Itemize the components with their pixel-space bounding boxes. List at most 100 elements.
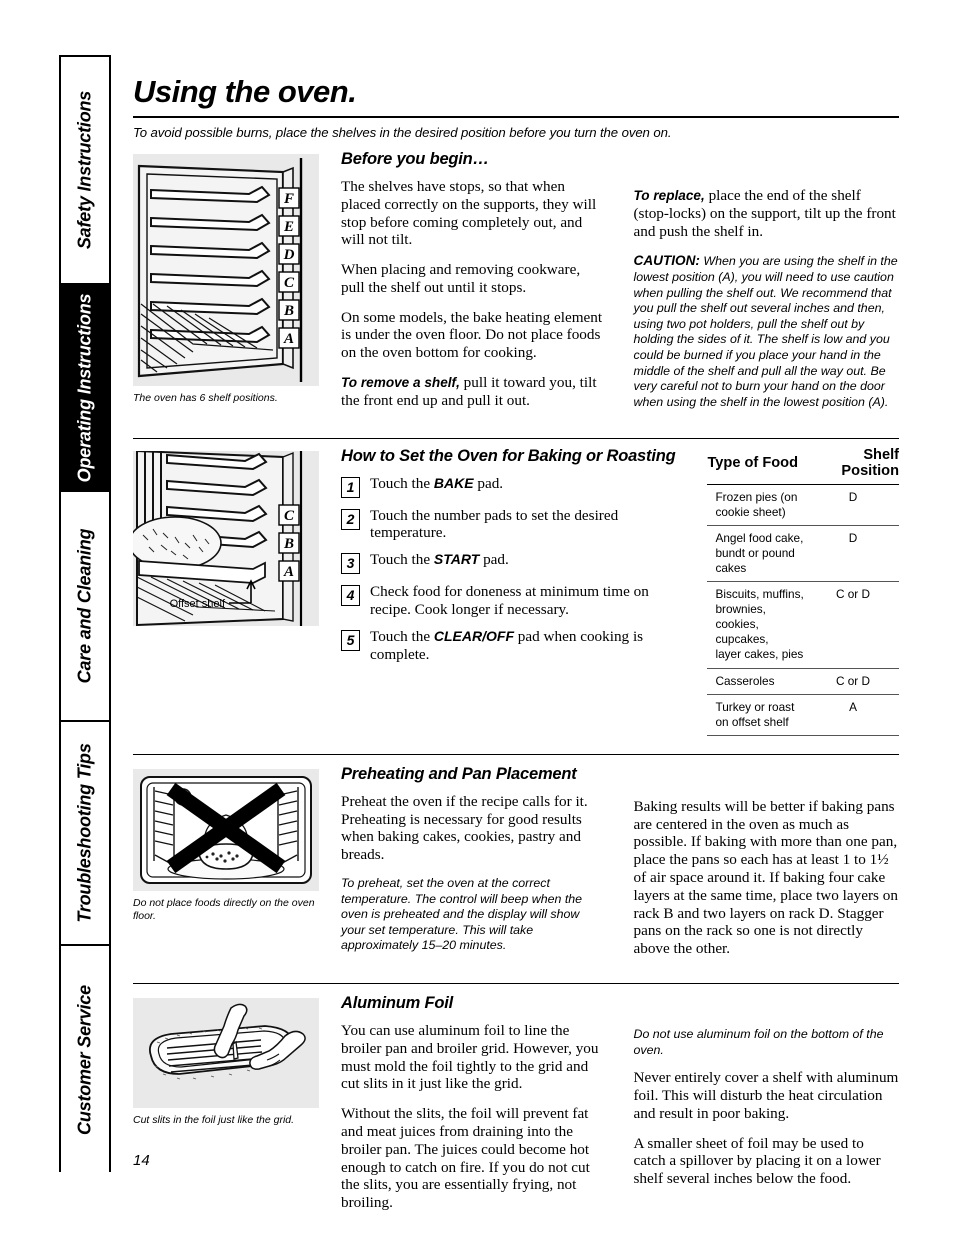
step-text-pre: Touch the xyxy=(370,627,434,645)
cell-food: Frozen pies (on cookie sheet) xyxy=(707,484,807,526)
paragraph-foil-lining: You can use aluminum foil to line the br… xyxy=(341,1022,599,1093)
sidebar-tab-safety-instructions[interactable]: Safety Instructions xyxy=(61,57,109,285)
list-item: 3 Touch the START pad. xyxy=(341,551,675,575)
step-text: Touch the CLEAR/OFF pad when cooking is … xyxy=(370,628,675,664)
step-text-pre: Touch the xyxy=(370,551,434,569)
shelf-position-table: Type of Food Shelf Position Frozen pies … xyxy=(707,446,899,736)
table-row: Casseroles C or D xyxy=(707,668,899,695)
heading-preheating: Preheating and Pan Placement xyxy=(341,764,577,783)
step-number: 5 xyxy=(341,629,360,651)
cell-food: Biscuits, muffins, brownies, cookies, cup… xyxy=(707,581,807,669)
figure-column: F E D C B A The oven has 6 shelf positio… xyxy=(133,150,326,405)
shelf-letter-f: F xyxy=(283,191,294,207)
step-text: Touch the BAKE pad. xyxy=(370,475,503,493)
paragraph-preheat: Preheat the oven if the recipe calls for… xyxy=(341,792,588,864)
page-title: Using the oven. xyxy=(133,74,357,109)
oven-shelf-positions-figure: F E D C B A xyxy=(133,154,319,386)
section-before-you-begin: F E D C B A The oven has 6 shelf positio… xyxy=(133,150,899,422)
offset-shelf-label: Offset shelf xyxy=(170,598,226,610)
column-left: Before you begin… The shelves have stops… xyxy=(341,150,625,422)
paragraph-bake-element: On some models, the bake heating element… xyxy=(341,308,603,362)
broiler-grid-foil-illustration xyxy=(133,998,319,1109)
cell-food: Angel food cake, bundt or pound cakes xyxy=(707,525,807,583)
shelf-letter-c: C xyxy=(284,508,295,524)
text-columns: How to Set the Oven for Baking or Roasti… xyxy=(326,446,899,736)
column-right: Baking results will be better if baking … xyxy=(625,765,900,965)
table-row: Biscuits, muffins, brownies, cookies, cup… xyxy=(707,581,899,669)
sidebar-tab-troubleshooting-tips[interactable]: Troubleshooting Tips xyxy=(61,722,109,946)
pad-name-start: START xyxy=(433,551,480,568)
figure-column: Do not place foods directly on the oven … xyxy=(133,765,326,923)
oven-floor-prohibited-illustration xyxy=(133,768,319,891)
paragraph-cookware: When placing and removing cookware, pull… xyxy=(341,261,581,296)
cell-food: Turkey or roast on offset shelf xyxy=(707,694,807,736)
oven-interior-illustration: F E D C B A xyxy=(133,154,319,386)
text-columns: Preheating and Pan Placement Preheat the… xyxy=(326,765,899,965)
text-columns: Before you begin… The shelves have stops… xyxy=(326,150,899,422)
paragraph-preheat-italic: To preheat, set the oven at the correct … xyxy=(341,875,583,953)
cell-position: A xyxy=(807,694,899,736)
shelf-letter-a: A xyxy=(283,564,294,580)
cut-slits-figure xyxy=(133,998,319,1109)
page-intro: To avoid possible burns, place the shelv… xyxy=(133,125,672,140)
paragraph-foil-warning-italic: Do not use aluminum foil on the bottom o… xyxy=(633,1027,884,1057)
column-right: Type of Food Shelf Position Frozen pies … xyxy=(693,446,899,736)
shelf-letter-c: C xyxy=(284,275,295,291)
do-not-place-foods-figure xyxy=(133,768,319,891)
table-row: Turkey or roast on offset shelf A xyxy=(707,694,899,736)
step-text: Check food for doneness at minimum time … xyxy=(370,583,649,618)
pad-name-clear-off: CLEAR/OFF xyxy=(433,627,514,644)
section-divider-3 xyxy=(133,983,899,985)
list-item: 2 Touch the number pads to set the desir… xyxy=(341,507,675,543)
sidebar-tab-label: Customer Service xyxy=(74,985,95,1135)
step-text: Touch the number pads to set the desired… xyxy=(370,506,619,542)
paragraph-replace-shelf: To replace, place the end of the shelf (… xyxy=(634,187,900,240)
sidebar-tab-label: Safety Instructions xyxy=(74,90,95,250)
shelf-letter-b: B xyxy=(283,303,294,319)
sidebar-tab-care-and-cleaning[interactable]: Care and Cleaning xyxy=(61,492,109,722)
lead-caution: CAUTION: xyxy=(633,253,700,269)
figure-caption-do-not-place-foods: Do not place foods directly on the oven … xyxy=(133,896,315,922)
list-item: 1 Touch the BAKE pad. xyxy=(341,475,675,498)
figure-column: Cut slits in the foil just like the grid… xyxy=(133,994,326,1127)
paragraph-shelf-stops: The shelves have stops, so that when pla… xyxy=(341,178,597,249)
figure-caption-cut-slits: Cut slits in the foil just like the grid… xyxy=(133,1114,295,1127)
lead-to-replace: To replace, xyxy=(633,188,705,203)
sidebar-tab-customer-service[interactable]: Customer Service xyxy=(61,946,109,1174)
cell-position: D xyxy=(807,484,899,526)
list-item: 4 Check food for doneness at minimum tim… xyxy=(341,583,675,619)
sidebar-tab-label: Care and Cleaning xyxy=(74,528,95,684)
shelf-letter-d: D xyxy=(283,247,295,263)
shelf-letter-e: E xyxy=(283,219,294,235)
shelf-letter-b: B xyxy=(283,536,294,552)
step-number: 2 xyxy=(341,508,360,530)
column-left: Aluminum Foil You can use aluminum foil … xyxy=(341,994,625,1212)
section-aluminum-foil: Cut slits in the foil just like the grid… xyxy=(133,994,899,1212)
sidebar-tab-label: Troubleshooting Tips xyxy=(74,743,95,923)
section-baking-roasting: C B A Offset shelf How to Set the Oven f… xyxy=(133,446,899,736)
section-divider-1 xyxy=(133,437,899,439)
section-divider-2 xyxy=(133,753,899,755)
shelf-letter-a: A xyxy=(283,331,294,347)
step-number: 1 xyxy=(341,476,360,498)
lead-remove-a-shelf: To remove a shelf, xyxy=(341,375,460,391)
cell-position: C or D xyxy=(807,668,899,695)
column-left: How to Set the Oven for Baking or Roasti… xyxy=(341,447,693,736)
step-text: Touch the START pad. xyxy=(370,551,509,569)
table-row: Angel food cake, bundt or pound cakes D xyxy=(707,525,899,583)
paragraph-remove-shelf: To remove a shelf, pull it toward you, t… xyxy=(341,374,607,410)
paragraph-foil-spillover: A smaller sheet of foil may be used to c… xyxy=(633,1134,881,1188)
pad-name-bake: BAKE xyxy=(433,474,474,491)
column-right: To replace, place the end of the shelf (… xyxy=(625,150,900,422)
text-caution: When you are using the shelf in the lowe… xyxy=(633,254,898,409)
cell-food: Casseroles xyxy=(707,668,807,695)
text-columns: Aluminum Foil You can use aluminum foil … xyxy=(326,994,899,1212)
list-item: 5 Touch the CLEAR/OFF pad when cooking i… xyxy=(341,628,675,664)
paragraph-foil-cover-shelf: Never entirely cover a shelf with alumin… xyxy=(633,1069,899,1122)
sidebar-tab-operating-instructions[interactable]: Operating Instructions xyxy=(61,285,109,492)
column-left: Preheating and Pan Placement Preheat the… xyxy=(341,765,625,965)
section-preheating: Do not place foods directly on the oven … xyxy=(133,765,899,965)
heading-before-you-begin: Before you begin… xyxy=(341,150,489,168)
paragraph-foil-slits: Without the slits, the foil will prevent… xyxy=(341,1105,590,1212)
step-text-pre: Touch the xyxy=(370,474,434,492)
